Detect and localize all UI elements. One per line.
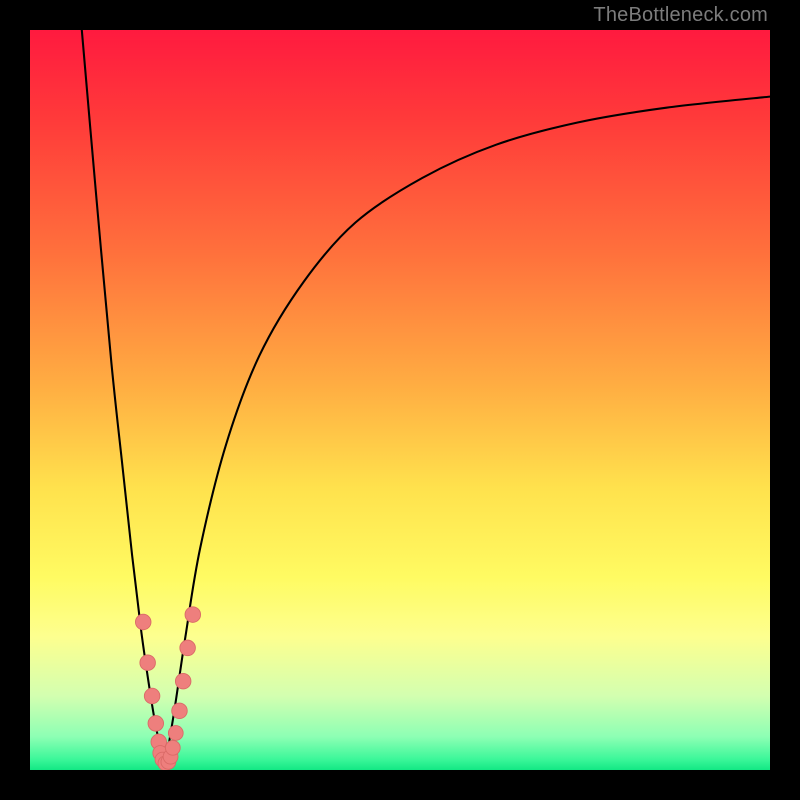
curve-left-branch bbox=[82, 30, 166, 764]
curve-layer bbox=[30, 30, 770, 770]
data-marker bbox=[135, 614, 151, 630]
data-marker bbox=[172, 703, 188, 719]
data-marker bbox=[168, 726, 183, 741]
curve-right-branch bbox=[165, 97, 770, 764]
data-marker bbox=[140, 655, 156, 671]
data-marker bbox=[144, 688, 160, 704]
watermark-text: TheBottleneck.com bbox=[593, 4, 768, 27]
data-marker bbox=[180, 640, 196, 656]
data-marker bbox=[148, 716, 164, 732]
plot-area bbox=[30, 30, 770, 770]
data-marker bbox=[165, 740, 180, 755]
chart-frame: TheBottleneck.com bbox=[0, 0, 800, 800]
data-marker bbox=[185, 607, 201, 623]
data-marker bbox=[175, 673, 191, 689]
data-markers bbox=[135, 607, 200, 770]
